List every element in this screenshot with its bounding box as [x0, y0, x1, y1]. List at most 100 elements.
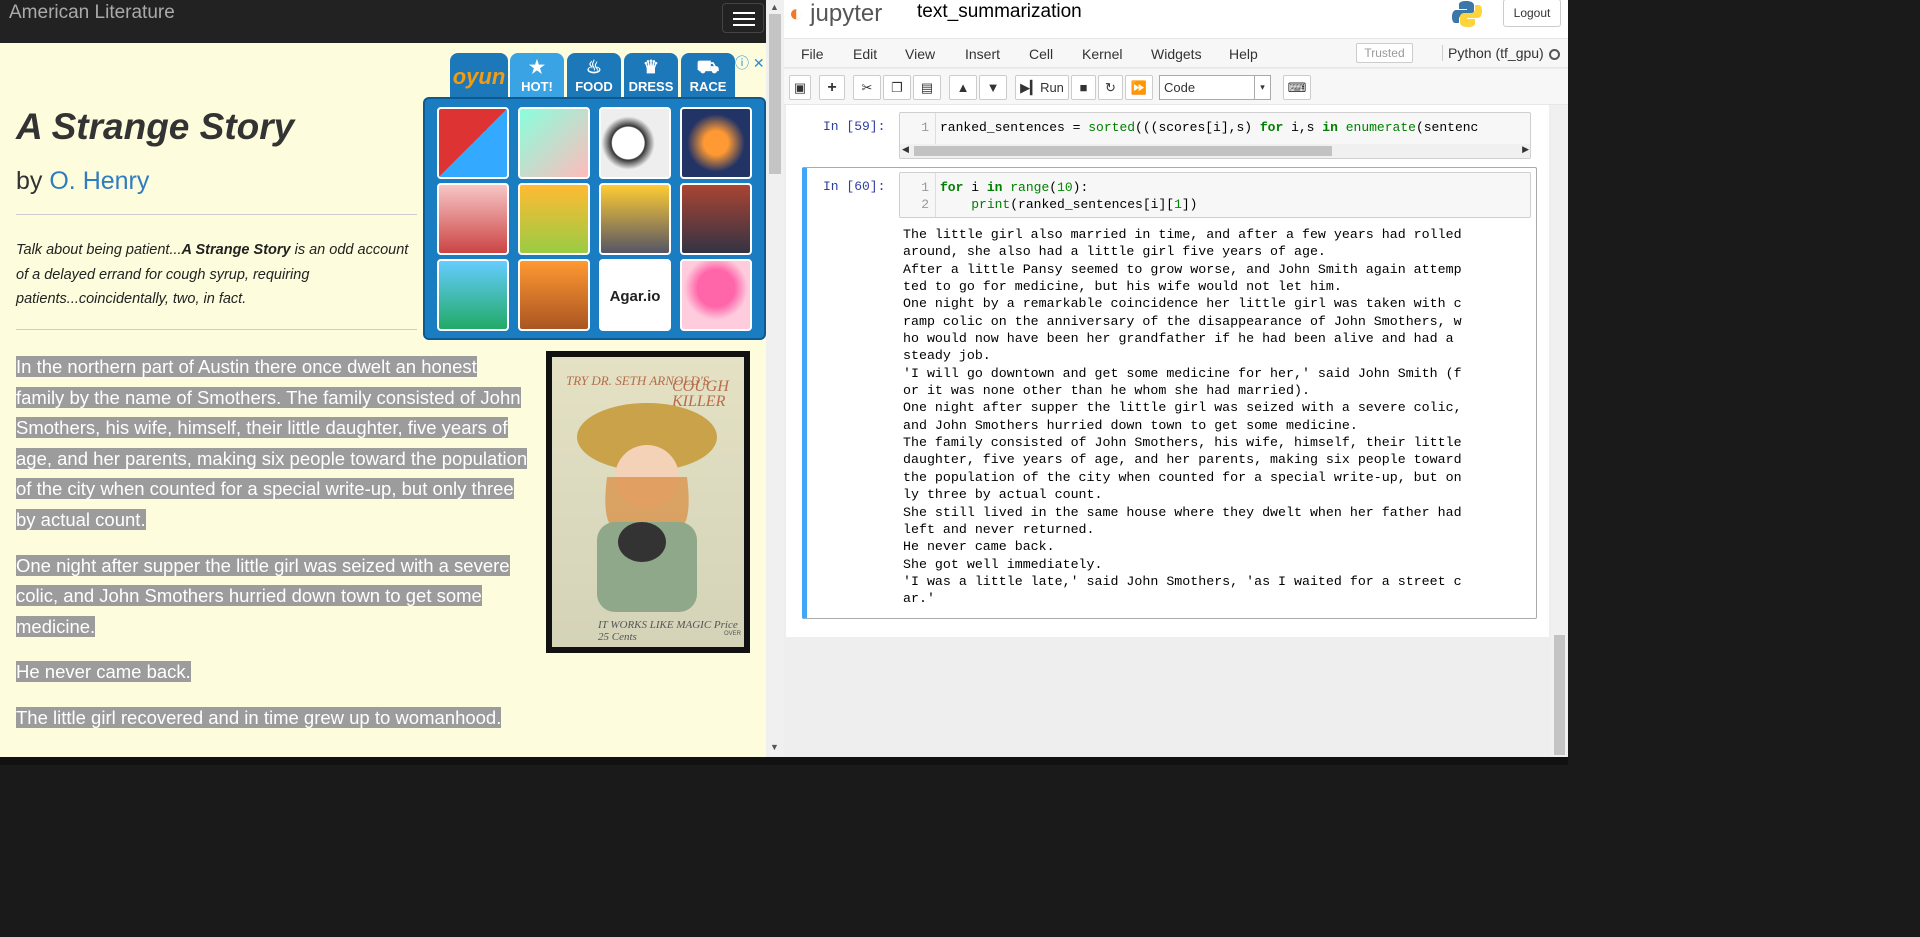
- menu-cell[interactable]: Cell: [1029, 46, 1053, 62]
- cut-icon[interactable]: ✂: [853, 75, 881, 100]
- scroll-up-icon[interactable]: ▲: [770, 2, 779, 12]
- game-thumbnail[interactable]: [518, 259, 590, 331]
- restart-run-all-icon[interactable]: ⏩: [1125, 75, 1153, 100]
- ad-tab-race[interactable]: ⛟ RACE: [681, 53, 735, 100]
- games-advertisement[interactable]: oyun ★ HOT! ♨ FOOD ♛ DRESS ⛟ RACE ⓘ ✕ Agar.i…: [423, 51, 766, 340]
- game-grid: Agar.io: [423, 97, 766, 340]
- divider: [16, 214, 417, 215]
- scroll-right-icon[interactable]: ▶: [1522, 144, 1529, 155]
- menu-widgets[interactable]: Widgets: [1151, 46, 1202, 62]
- jupyter-logo-text: jupyter: [810, 0, 883, 27]
- cell-prompt: In [59]:: [823, 119, 886, 134]
- chevron-down-icon: ▾: [1254, 76, 1270, 99]
- notebook-area: In [59]: 1 ranked_sentences = sorted(((s…: [784, 105, 1551, 765]
- game-thumbnail[interactable]: [437, 107, 509, 179]
- menu-kernel[interactable]: Kernel: [1082, 46, 1122, 62]
- horizontal-scrollbar[interactable]: ◀ ▶: [900, 144, 1530, 158]
- dress-icon: ♛: [642, 57, 660, 77]
- cupcake-icon: ♨: [585, 57, 603, 77]
- advertising-card-image: TRY DR. SETH ARNOLD'S COUGH KILLER IT WO…: [546, 351, 750, 653]
- jupyter-orbit-icon: ◐: [789, 0, 804, 27]
- game-thumbnail[interactable]: [518, 107, 590, 179]
- kernel-name: Python (tf_gpu): [1442, 45, 1544, 61]
- logout-button[interactable]: Logout: [1503, 0, 1561, 27]
- ad-tab-label: HOT!: [521, 79, 553, 94]
- ad-tab-hot[interactable]: ★ HOT!: [510, 53, 564, 100]
- menu-insert[interactable]: Insert: [965, 46, 1000, 62]
- cell-prompt: In [60]:: [823, 179, 886, 194]
- scroll-down-icon[interactable]: ▼: [770, 742, 779, 752]
- copy-icon[interactable]: ❐: [883, 75, 911, 100]
- card-over-text: OVER: [724, 631, 742, 637]
- scroll-left-icon[interactable]: ◀: [902, 144, 909, 155]
- story-paragraph: In the northern part of Austin there onc…: [16, 352, 528, 536]
- ad-close-icon[interactable]: ⓘ ✕: [735, 53, 765, 73]
- interrupt-icon[interactable]: ■: [1071, 75, 1096, 100]
- code-cell-input[interactable]: 12 for i in range(10): print(ranked_sent…: [899, 172, 1531, 218]
- card-picture: TRY DR. SETH ARNOLD'S COUGH KILLER IT WO…: [552, 357, 744, 647]
- run-icon: ▶▎: [1020, 80, 1041, 95]
- jupyter-header: ◐ jupyter text_summarization Logout: [784, 0, 1568, 38]
- line-numbers: 12: [900, 173, 936, 217]
- left-scrollbar[interactable]: ▲ ▼: [766, 0, 784, 765]
- scrollbar-thumb[interactable]: [769, 14, 781, 174]
- cell-type-select[interactable]: Code ▾: [1159, 75, 1271, 100]
- ad-tab-label: DRESS: [628, 79, 674, 94]
- story-title: A Strange Story: [16, 106, 295, 147]
- game-thumbnail[interactable]: [437, 183, 509, 255]
- author-link[interactable]: O. Henry: [49, 167, 149, 195]
- menu-file[interactable]: File: [801, 46, 824, 62]
- trusted-indicator[interactable]: Trusted: [1356, 43, 1413, 63]
- restart-icon[interactable]: ↻: [1098, 75, 1123, 100]
- keyboard-icon[interactable]: ⌨: [1283, 75, 1311, 100]
- hamburger-menu-icon[interactable]: [722, 3, 764, 33]
- byline: by O. Henry: [16, 167, 149, 196]
- desc-bold-title: A Strange Story: [181, 242, 291, 258]
- story-paragraph: He never came back.: [16, 657, 528, 688]
- game-thumbnail[interactable]: [599, 183, 671, 255]
- game-thumbnail[interactable]: [437, 259, 509, 331]
- taskbar: [0, 757, 1568, 765]
- move-up-icon[interactable]: ▲: [949, 75, 977, 100]
- car-icon: ⛟: [696, 57, 720, 77]
- run-button[interactable]: ▶▎Run: [1015, 75, 1069, 100]
- scrollbar-thumb[interactable]: [1554, 635, 1565, 755]
- story-text: In the northern part of Austin there onc…: [16, 352, 528, 749]
- site-brand[interactable]: American Literature: [9, 2, 175, 24]
- scrollbar-thumb[interactable]: [914, 146, 1332, 156]
- story-description: Talk about being patient...A Strange Sto…: [16, 238, 416, 312]
- game-thumbnail-agario[interactable]: Agar.io: [599, 259, 671, 331]
- save-icon[interactable]: ▣: [789, 75, 811, 100]
- code-line[interactable]: ranked_sentences = sorted(((scores[i],s)…: [940, 119, 1478, 136]
- kernel-status-icon: [1549, 49, 1560, 60]
- jupyter-logo[interactable]: ◐ jupyter: [789, 0, 882, 28]
- code-line[interactable]: for i in range(10): print(ranked_sentenc…: [940, 179, 1197, 213]
- paragraph-text: One night after supper the little girl w…: [16, 554, 510, 637]
- game-thumbnail[interactable]: [680, 259, 752, 331]
- ad-tab-dress[interactable]: ♛ DRESS: [624, 53, 678, 100]
- story-paragraph: The little girl recovered and in time gr…: [16, 703, 528, 734]
- code-cell-input[interactable]: 1 ranked_sentences = sorted(((scores[i],…: [899, 112, 1531, 159]
- paste-icon[interactable]: ▤: [913, 75, 941, 100]
- game-thumbnail[interactable]: [680, 107, 752, 179]
- menu-help[interactable]: Help: [1229, 46, 1258, 62]
- ad-tab-label: FOOD: [575, 79, 613, 94]
- notebook-scrollbar[interactable]: [1551, 105, 1568, 765]
- notebook-name[interactable]: text_summarization: [917, 1, 1082, 23]
- insert-cell-icon[interactable]: +: [819, 75, 845, 100]
- game-thumbnail[interactable]: [518, 183, 590, 255]
- python-logo-icon: [1452, 1, 1482, 28]
- ad-tab-label: RACE: [689, 79, 727, 94]
- run-label: Run: [1040, 80, 1064, 95]
- ad-tab-food[interactable]: ♨ FOOD: [567, 53, 621, 100]
- move-down-icon[interactable]: ▼: [979, 75, 1007, 100]
- ad-oyun-tab[interactable]: oyun: [450, 53, 508, 100]
- menu-edit[interactable]: Edit: [853, 46, 877, 62]
- game-thumbnail[interactable]: [599, 107, 671, 179]
- menu-view[interactable]: View: [905, 46, 935, 62]
- cell-type-value: Code: [1164, 80, 1196, 95]
- menu-bar: File Edit View Insert Cell Kernel Widget…: [784, 38, 1568, 68]
- game-thumbnail[interactable]: [680, 183, 752, 255]
- notebook-container: In [59]: 1 ranked_sentences = sorted(((s…: [786, 105, 1549, 637]
- by-label: by: [16, 167, 43, 195]
